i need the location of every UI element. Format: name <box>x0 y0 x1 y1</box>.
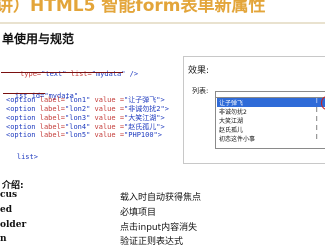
option-label: l <box>316 116 318 123</box>
datalist-option[interactable]: 赵氏孤儿 l <box>217 125 325 134</box>
banner-title: 讲）HTML5 智能form表单新属性 <box>0 0 266 16</box>
datalist-option[interactable]: 大笑江湖 l <box>217 116 325 125</box>
section-heading: 单使用与规范 <box>2 32 75 46</box>
option-label: l <box>316 125 318 132</box>
attr-description: 必填项目 <box>120 208 157 218</box>
result-label: 效果: <box>188 66 210 76</box>
attr-description: 点击input内容消失 <box>120 223 198 233</box>
underline-datalist <box>3 93 45 94</box>
datalist-option[interactable]: 让子弹飞 l <box>217 96 325 110</box>
title-banner: 讲）HTML5 智能form表单新属性 <box>0 0 325 22</box>
option-text: 大笑江湖 <box>219 118 244 125</box>
attr-name: ed <box>0 205 13 215</box>
attr-name: cus <box>0 190 18 200</box>
attr-name: older <box>0 220 27 230</box>
attr-description: 验证正则表达式 <box>120 237 184 247</box>
option-text: 赵氏孤儿 <box>219 127 244 134</box>
underline-input <box>1 72 123 73</box>
code-line-input: type="text" list="mydata" /> <box>15 70 139 78</box>
option-text: 初恋这件小事 <box>219 136 256 143</box>
datalist-option[interactable]: 非诚勿扰2 l <box>217 107 325 116</box>
list-label: 列表: <box>192 87 209 95</box>
option-label: l <box>316 107 318 114</box>
option-text: 让子弹飞 <box>219 100 244 107</box>
option-label: l <box>316 134 318 141</box>
code-line-option: <option label="lon5" value ="PHP100"> <box>6 131 162 139</box>
attr-description: 载入时自动获得焦点 <box>120 193 202 203</box>
option-text: 非诚勿扰2 <box>219 109 247 116</box>
option-label: l <box>316 98 318 105</box>
datalist-option[interactable]: 初恋这件小事 l <box>217 134 325 143</box>
divider <box>0 22 325 24</box>
code-line-datalist-close: list> <box>16 153 38 161</box>
